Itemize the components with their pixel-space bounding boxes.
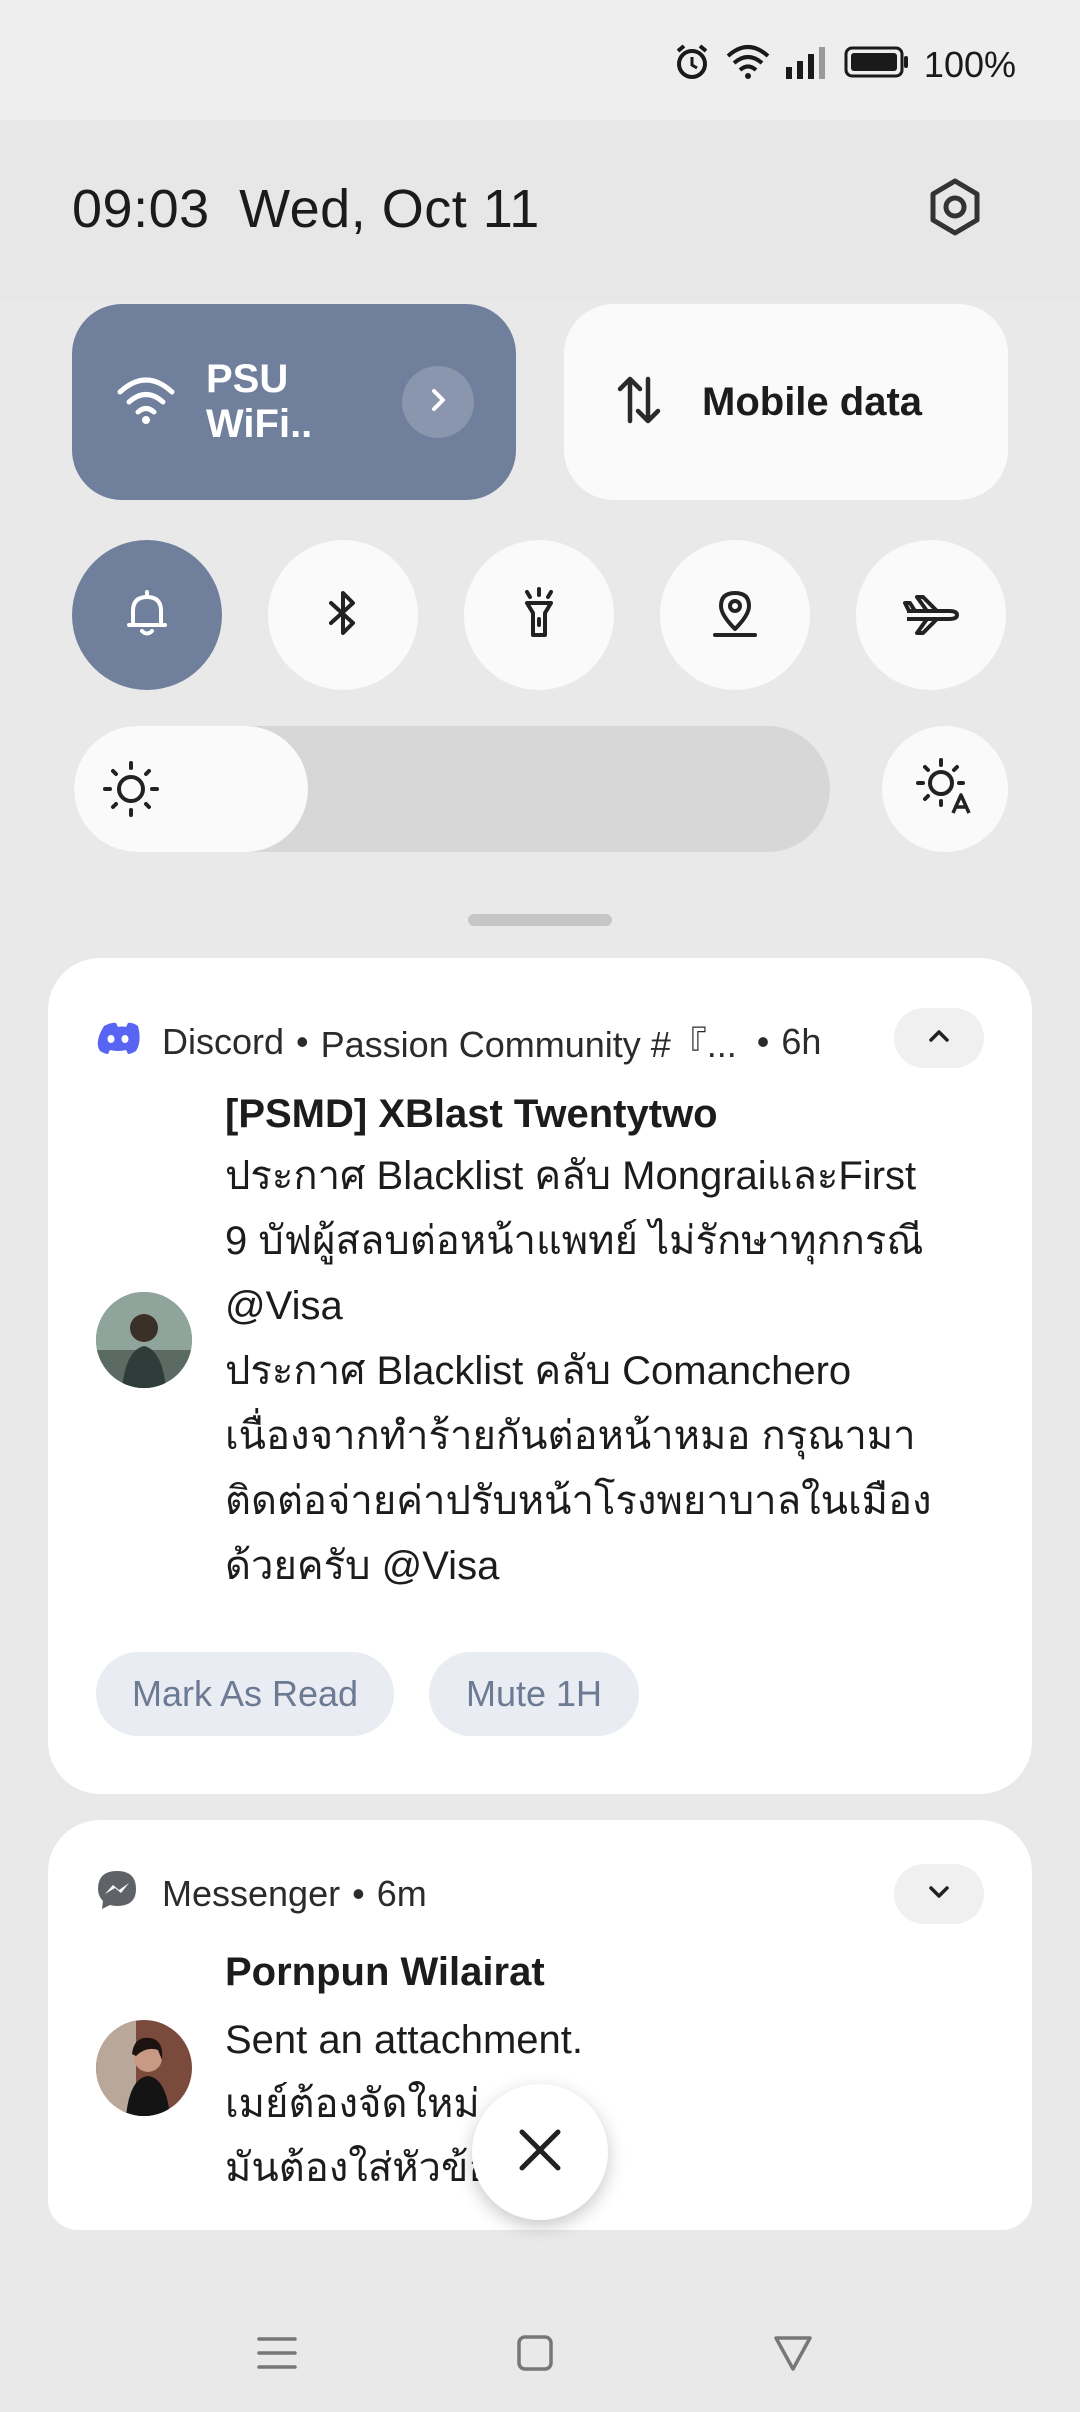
bell-icon <box>119 585 175 646</box>
notification-age: 6h <box>781 1021 822 1062</box>
body-line: ประกาศ Blacklist คลับ MongraiและFirst <box>225 1154 917 1198</box>
body-line: เนื่องจากทำร้ายกันต่อหน้าหมอ กรุณามา <box>225 1414 916 1458</box>
wifi-tile[interactable]: PSU WiFi.. <box>72 304 516 500</box>
mobile-data-label: Mobile data <box>702 379 923 424</box>
body-line: ด้วยครับ @Visa <box>225 1544 500 1588</box>
mute-1h-button[interactable]: Mute 1H <box>429 1652 639 1736</box>
bluetooth-icon <box>315 585 371 646</box>
chevron-up-icon <box>927 1028 951 1049</box>
notification-title: Pornpun Wilairat <box>225 1950 545 1994</box>
signal-icon <box>784 45 830 84</box>
notification-age: 6m <box>376 1873 427 1914</box>
shade-drag-handle[interactable] <box>468 914 612 926</box>
body-line: @Visa <box>225 1284 343 1328</box>
mobile-data-tile[interactable]: Mobile data <box>564 304 1008 500</box>
chevron-down-icon <box>927 1884 951 1905</box>
square-icon <box>515 2333 555 2378</box>
location-icon <box>707 585 763 646</box>
mobile-data-icon <box>612 373 666 432</box>
app-name: Discord <box>162 1021 285 1062</box>
recent-apps-button[interactable] <box>242 2320 312 2390</box>
date-label: Wed, Oct 11 <box>239 179 540 239</box>
flashlight-toggle[interactable] <box>464 540 614 690</box>
battery-percentage: 100% <box>923 43 1016 85</box>
auto-brightness-icon <box>915 757 975 822</box>
home-button[interactable] <box>500 2320 570 2390</box>
notification-body: ประกาศ Blacklist คลับ MongraiและFirst 9 … <box>225 1144 1005 1599</box>
notification-header: Messenger • 6m <box>96 1864 427 1924</box>
flashlight-icon <box>511 585 567 646</box>
body-line: 9 บัฟผู้สลบต่อหน้าแพทย์ ไม่รักษาทุกกรณี <box>225 1219 924 1263</box>
clock-time: 09:03 <box>72 179 210 239</box>
menu-icon <box>255 2333 299 2378</box>
brightness-icon <box>102 760 160 823</box>
discord-icon <box>96 1020 140 1065</box>
body-line: ติดต่อจ่ายค่าปรับหน้าโรงพยาบาลในเมือง <box>225 1479 932 1523</box>
location-toggle[interactable] <box>660 540 810 690</box>
battery-icon <box>844 45 910 84</box>
wifi-icon <box>726 44 770 85</box>
avatar <box>96 2020 192 2116</box>
wifi-icon <box>116 375 176 430</box>
clock-date: 09:03 Wed, Oct 11 <box>72 178 540 240</box>
body-line: Sent an attachment. <box>225 2018 584 2062</box>
alarm-icon <box>672 42 712 87</box>
auto-brightness-toggle[interactable] <box>882 726 1008 852</box>
status-icons: 100% <box>672 42 1016 87</box>
back-button[interactable] <box>758 2320 828 2390</box>
mark-as-read-button[interactable]: Mark As Read <box>96 1652 394 1736</box>
chevron-right-icon <box>423 385 453 420</box>
airplane-mode-toggle[interactable] <box>856 540 1006 690</box>
collapse-button[interactable] <box>894 1008 984 1068</box>
notification-header: Discord • Passion Community #『... • 6h <box>96 1012 821 1072</box>
close-icon <box>516 2126 564 2179</box>
body-line: ประกาศ Blacklist คลับ Comanchero <box>225 1349 852 1393</box>
bluetooth-toggle[interactable] <box>268 540 418 690</box>
airplane-icon <box>901 585 961 646</box>
app-name: Messenger <box>162 1873 341 1914</box>
discord-notification[interactable]: Discord • Passion Community #『... • 6h [… <box>48 958 1032 1794</box>
wifi-details-button[interactable] <box>402 366 474 438</box>
settings-icon[interactable] <box>920 172 990 242</box>
messenger-icon <box>96 1869 138 1920</box>
brightness-slider[interactable] <box>74 726 830 852</box>
sound-toggle[interactable] <box>72 540 222 690</box>
expand-button[interactable] <box>894 1864 984 1924</box>
wifi-tile-label: PSU WiFi.. <box>206 357 313 446</box>
triangle-back-icon <box>772 2333 814 2378</box>
channel-name: Passion Community #『... <box>320 1024 737 1065</box>
avatar <box>96 1292 192 1388</box>
clear-all-button[interactable] <box>472 2084 608 2220</box>
notification-title: [PSMD] XBlast Twentytwo <box>225 1092 718 1136</box>
